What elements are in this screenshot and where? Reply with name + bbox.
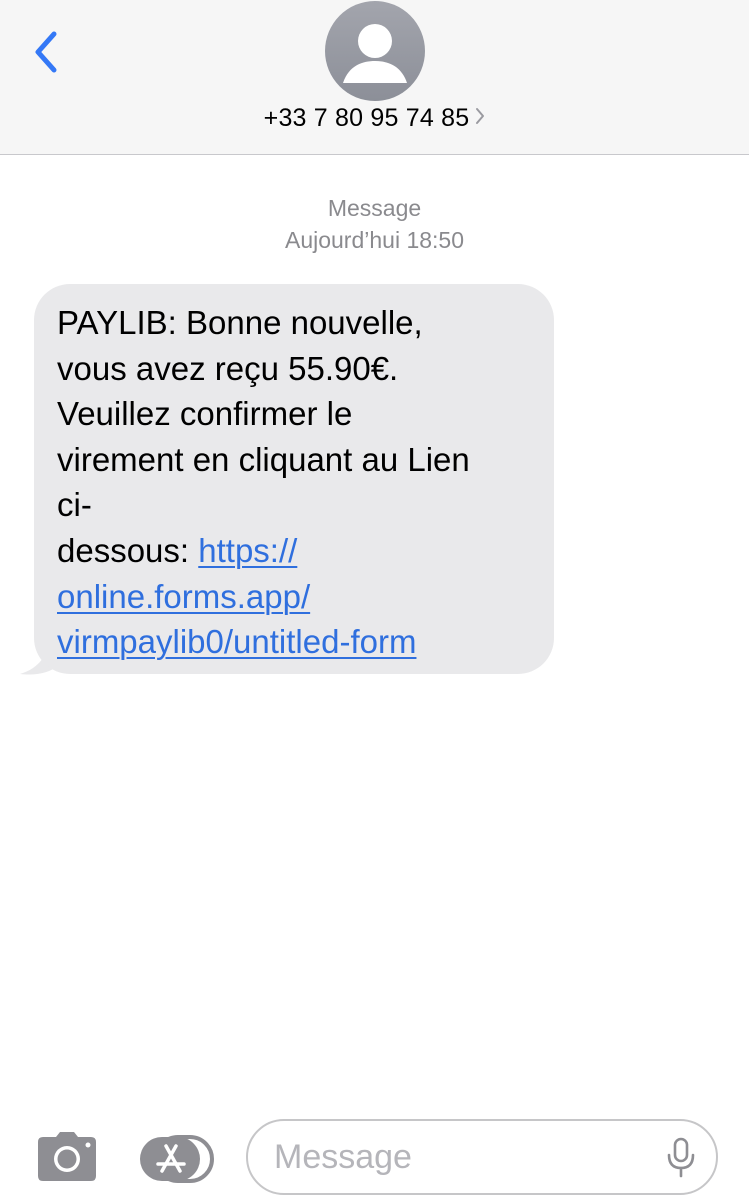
camera-button[interactable] xyxy=(36,1131,98,1183)
chevron-right-icon xyxy=(475,103,485,132)
message-bubble[interactable]: PAYLIB: Bonne nouvelle, vous avez reçu 5… xyxy=(34,284,554,674)
message-link[interactable]: virmpaylib0/untitled-form xyxy=(57,623,416,660)
chevron-left-icon xyxy=(35,31,57,73)
app-store-button[interactable] xyxy=(138,1133,216,1185)
message-input-container xyxy=(246,1119,718,1195)
conversation-header: +33 7 80 95 74 85 xyxy=(0,0,749,155)
person-icon xyxy=(343,24,407,83)
message-line: vous avez reçu 55.90€. xyxy=(57,349,399,387)
message-line: Veuillez confirmer le xyxy=(57,395,353,433)
contact-name-button[interactable]: +33 7 80 95 74 85 xyxy=(0,104,749,133)
message-link[interactable]: https:// xyxy=(198,532,297,569)
message-line-text: dessous: xyxy=(57,531,199,569)
camera-icon xyxy=(38,1132,96,1181)
message-line: dessous: https:// xyxy=(57,528,534,574)
composer-bar xyxy=(0,1105,749,1196)
message-link[interactable]: online.forms.app/ xyxy=(57,578,310,615)
message-line: PAYLIB: Bonne nouvelle, xyxy=(57,304,423,341)
message-line: virement en cliquant au Lien xyxy=(57,440,470,478)
message-line: ci- xyxy=(57,486,92,524)
dictation-button[interactable] xyxy=(666,1137,696,1179)
microphone-icon xyxy=(667,1137,695,1178)
message-input[interactable] xyxy=(274,1135,644,1179)
contact-avatar[interactable] xyxy=(325,1,425,101)
back-button[interactable] xyxy=(28,26,68,78)
service-label: Message xyxy=(327,195,422,221)
app-store-icon xyxy=(140,1135,214,1183)
contact-number: +33 7 80 95 74 85 xyxy=(263,104,470,132)
message-timestamp: Aujourd’hui 18:50 xyxy=(284,227,465,253)
